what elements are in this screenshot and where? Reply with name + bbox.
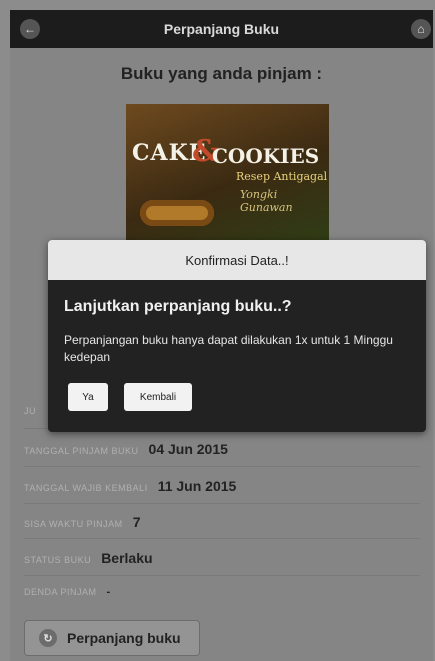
dialog-message: Perpanjangan buku hanya dapat dilakukan …: [64, 333, 393, 364]
denda-value: -: [106, 586, 111, 598]
back-icon[interactable]: ←: [20, 19, 40, 39]
yes-button[interactable]: Ya: [68, 383, 108, 411]
partial-row: JU: [24, 406, 46, 416]
dialog-title: Konfirmasi Data..!: [48, 240, 426, 280]
cover-author: Yongki Gunawan: [240, 188, 293, 214]
dialog-question: Lanjutkan perpanjang buku..?: [64, 298, 292, 315]
app-header: ← Perpanjang Buku ⌂: [10, 10, 433, 48]
book-cover: CAKE & COOKIES Resep Antigagal Yongki Gu…: [126, 104, 329, 244]
divider: [24, 538, 420, 539]
divider: [24, 466, 420, 467]
sisa-waktu-label: SISA WAKTU PINJAM: [24, 519, 123, 529]
tanggal-kembali-value: 11 Jun 2015: [157, 478, 237, 494]
tanggal-pinjam-row: TANGGAL PINJAM BUKU 04 Jun 2015: [24, 441, 228, 457]
home-icon[interactable]: ⌂: [411, 19, 431, 39]
refresh-icon: ↻: [39, 629, 57, 647]
denda-label: DENDA PINJAM: [24, 587, 97, 597]
status-label: STATUS BUKU: [24, 555, 92, 565]
back-button[interactable]: Kembali: [124, 383, 192, 411]
page-title: Perpanjang Buku: [163, 21, 280, 37]
confirmation-dialog: Konfirmasi Data..! Lanjutkan perpanjang …: [48, 240, 426, 432]
sisa-waktu-row: SISA WAKTU PINJAM 7: [24, 514, 140, 530]
tanggal-kembali-label: TANGGAL WAJIB KEMBALI: [24, 483, 148, 493]
divider: [24, 503, 420, 504]
tanggal-pinjam-label: TANGGAL PINJAM BUKU: [24, 446, 139, 456]
cover-subtitle: Resep Antigagal: [236, 170, 328, 183]
borrowed-book-heading: Buku yang anda pinjam :: [120, 64, 323, 83]
sisa-waktu-value: 7: [132, 514, 141, 530]
status-value: Berlaku: [101, 550, 153, 566]
denda-row: DENDA PINJAM -: [24, 586, 110, 598]
extend-book-label: Perpanjang buku: [67, 630, 181, 646]
extend-book-button[interactable]: ↻ Perpanjang buku: [24, 620, 200, 656]
divider: [24, 575, 420, 576]
partial-label: JU: [24, 406, 36, 416]
cover-word-cookies: COOKIES: [212, 144, 320, 168]
tanggal-pinjam-value: 04 Jun 2015: [148, 441, 228, 457]
status-row: STATUS BUKU Berlaku: [24, 550, 153, 566]
cake-roll-illustration: [140, 200, 214, 226]
tanggal-kembali-row: TANGGAL WAJIB KEMBALI 11 Jun 2015: [24, 478, 236, 494]
